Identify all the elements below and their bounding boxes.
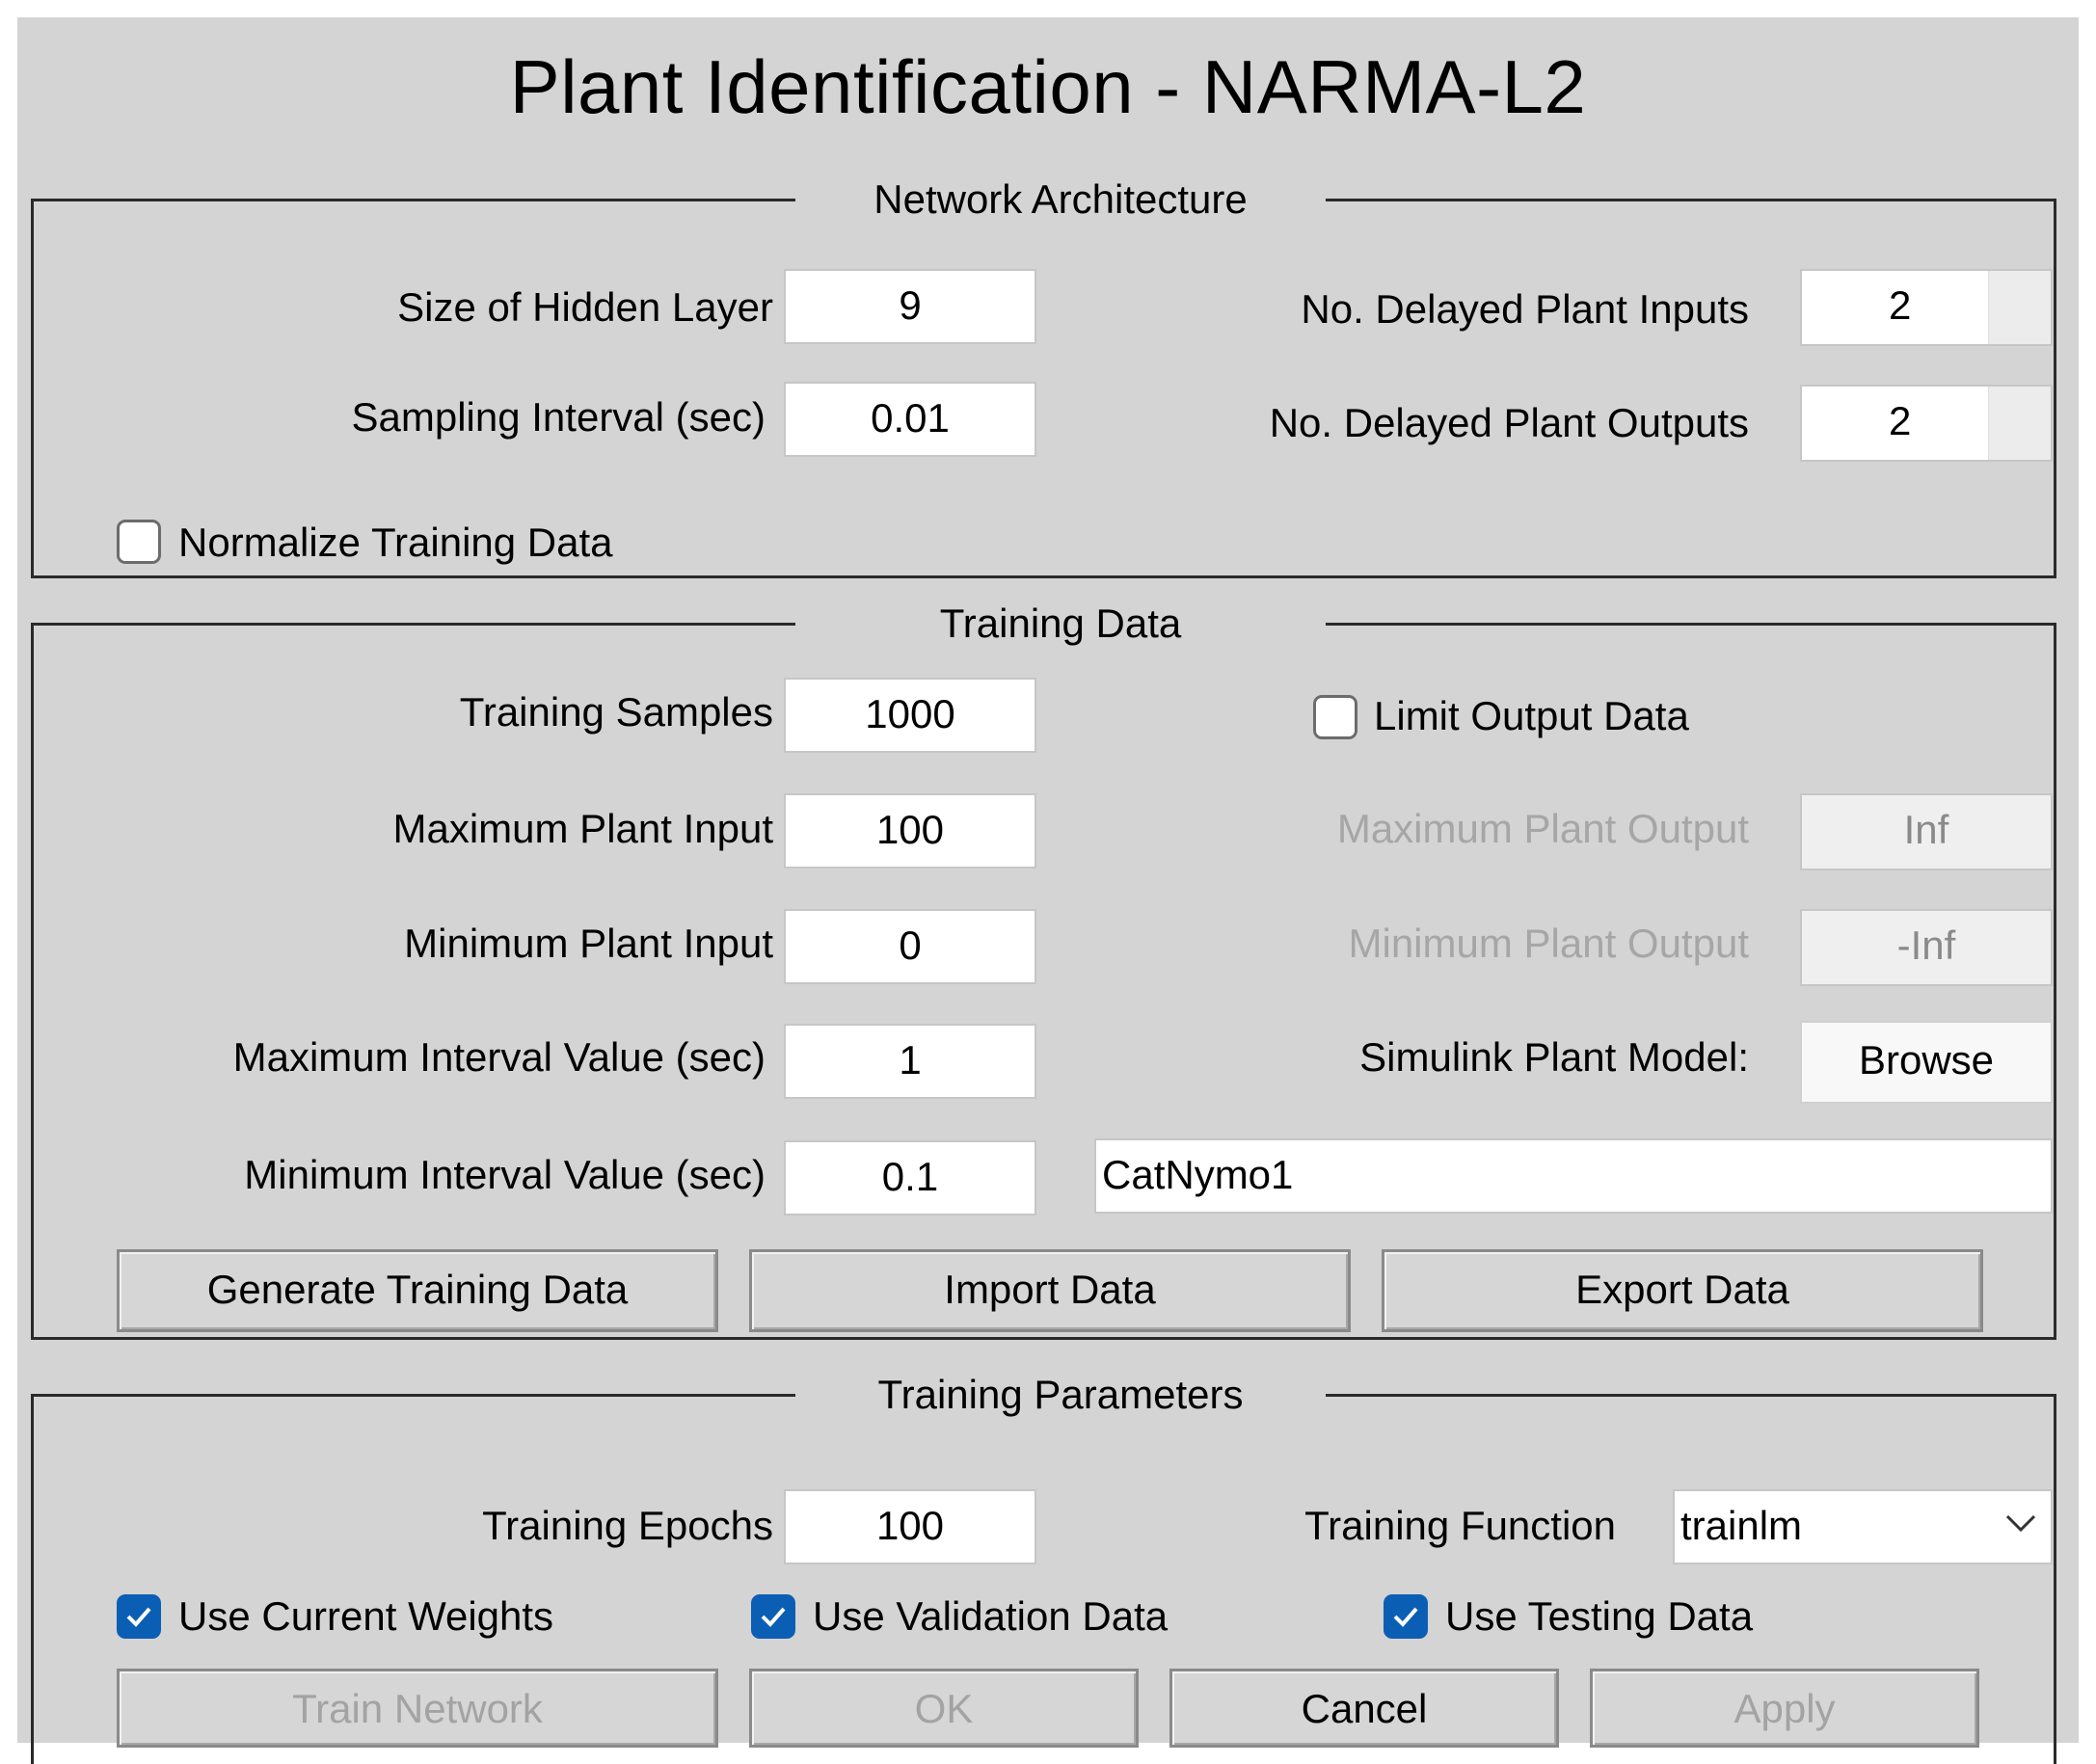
- training-function-label: Training Function: [1304, 1503, 1616, 1548]
- max-plant-output-label: Maximum Plant Output: [1336, 806, 1749, 851]
- export-data-button[interactable]: Export Data: [1382, 1249, 1983, 1332]
- browse-button[interactable]: Browse: [1800, 1021, 2053, 1104]
- max-plant-input-label: Maximum Plant Input: [392, 806, 774, 851]
- chevron-down-icon: [2005, 1514, 2036, 1533]
- limit-output-checkbox[interactable]: [1313, 695, 1357, 739]
- delayed-inputs-spinner[interactable]: 2: [1800, 269, 2053, 346]
- min-plant-output-label: Minimum Plant Output: [1348, 921, 1750, 966]
- min-plant-input-field[interactable]: 0: [784, 909, 1036, 984]
- max-plant-output-field: Inf: [1800, 793, 2053, 870]
- sampling-interval-label: Sampling Interval (sec): [351, 394, 766, 440]
- min-plant-output-field: -Inf: [1800, 909, 2053, 986]
- plant-model-label: Simulink Plant Model:: [1359, 1034, 1749, 1080]
- generate-training-data-button[interactable]: Generate Training Data: [117, 1249, 718, 1332]
- hidden-layer-input[interactable]: 9: [784, 269, 1036, 344]
- delayed-inputs-spin-button[interactable]: [1988, 271, 2051, 344]
- use-validation-label: Use Validation Data: [813, 1593, 1169, 1639]
- delayed-inputs-label: No. Delayed Plant Inputs: [1301, 286, 1749, 332]
- min-interval-label: Minimum Interval Value (sec): [244, 1152, 766, 1197]
- delayed-outputs-label: No. Delayed Plant Outputs: [1269, 400, 1749, 445]
- training-data-title: Training Data: [795, 595, 1326, 653]
- use-current-weights-label: Use Current Weights: [178, 1593, 554, 1639]
- normalize-checkbox[interactable]: [117, 520, 161, 564]
- cancel-button[interactable]: Cancel: [1169, 1669, 1559, 1748]
- training-epochs-input[interactable]: 100: [784, 1489, 1036, 1564]
- use-current-weights-checkbox[interactable]: [117, 1594, 161, 1639]
- network-architecture-panel: Network Architecture Size of Hidden Laye…: [31, 171, 2056, 578]
- max-interval-label: Maximum Interval Value (sec): [232, 1034, 766, 1080]
- training-epochs-label: Training Epochs: [482, 1503, 773, 1548]
- limit-output-label: Limit Output Data: [1374, 693, 1689, 738]
- training-data-panel: Training Data Training Samples 1000 Limi…: [31, 595, 2056, 1340]
- train-network-button[interactable]: Train Network: [117, 1669, 718, 1748]
- training-samples-label: Training Samples: [459, 689, 773, 735]
- network-architecture-title: Network Architecture: [795, 171, 1326, 228]
- delayed-inputs-value: 2: [1889, 282, 1912, 328]
- sampling-interval-input[interactable]: 0.01: [784, 382, 1036, 457]
- delayed-outputs-spinner[interactable]: 2: [1800, 385, 2053, 462]
- check-icon: [1393, 1607, 1418, 1627]
- check-icon: [126, 1607, 151, 1627]
- min-plant-input-label: Minimum Plant Input: [404, 921, 773, 966]
- hidden-layer-label: Size of Hidden Layer: [397, 284, 773, 330]
- min-interval-input[interactable]: 0.1: [784, 1140, 1036, 1216]
- check-icon: [761, 1607, 786, 1627]
- delayed-outputs-value: 2: [1889, 398, 1912, 443]
- plant-model-name-field[interactable]: CatNymo1: [1094, 1138, 2053, 1214]
- window-title: Plant Identification - NARMA-L2: [509, 44, 1587, 129]
- ok-button[interactable]: OK: [749, 1669, 1139, 1748]
- training-parameters-title: Training Parameters: [795, 1366, 1326, 1424]
- use-testing-label: Use Testing Data: [1445, 1593, 1754, 1639]
- apply-button[interactable]: Apply: [1590, 1669, 1979, 1748]
- use-testing-checkbox[interactable]: [1384, 1594, 1428, 1639]
- training-function-dropdown[interactable]: trainlm: [1673, 1489, 2053, 1564]
- import-data-button[interactable]: Import Data: [749, 1249, 1351, 1332]
- training-function-value: trainlm: [1680, 1503, 1803, 1548]
- dialog-window: Plant Identification - NARMA-L2 Network …: [17, 17, 2079, 1764]
- normalize-label: Normalize Training Data: [178, 520, 613, 565]
- max-plant-input-field[interactable]: 100: [784, 793, 1036, 869]
- max-interval-input[interactable]: 1: [784, 1024, 1036, 1099]
- delayed-outputs-spin-button[interactable]: [1988, 387, 2051, 460]
- use-validation-checkbox[interactable]: [751, 1594, 795, 1639]
- training-samples-input[interactable]: 1000: [784, 678, 1036, 753]
- training-parameters-panel: Training Parameters Training Epochs 100 …: [31, 1366, 2056, 1764]
